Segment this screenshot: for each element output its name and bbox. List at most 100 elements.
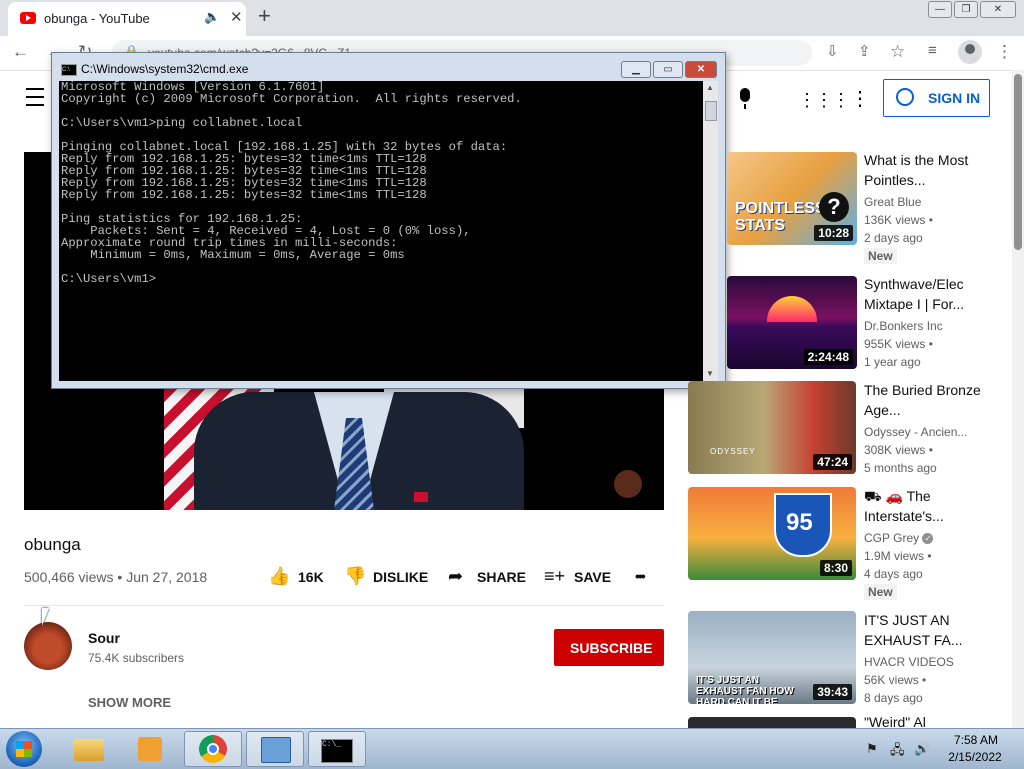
- verified-check-icon: ✓: [922, 533, 934, 545]
- recommended-video-channel[interactable]: Odyssey - Ancien...: [864, 423, 1004, 441]
- recommended-video-title[interactable]: "Weird" Al: [864, 715, 1004, 728]
- taskbar-control-panel-button[interactable]: [246, 731, 304, 767]
- cmd-maximize-button[interactable]: ▭: [653, 61, 683, 78]
- cmd-close-button[interactable]: ✕: [685, 61, 717, 78]
- hamburger-menu-icon[interactable]: [26, 88, 44, 106]
- recommended-video-age: 1 year ago: [864, 355, 921, 369]
- recommended-video-channel[interactable]: HVACR VIDEOS: [864, 653, 1004, 671]
- control-panel-icon: [261, 737, 291, 763]
- cmd-minimize-button[interactable]: ▁: [621, 61, 651, 78]
- thumbs-down-icon[interactable]: 👎: [344, 566, 366, 587]
- browser-menu-icon[interactable]: ⋮: [996, 42, 1013, 62]
- show-more-button[interactable]: SHOW MORE: [88, 695, 171, 710]
- profile-avatar-icon[interactable]: [958, 40, 982, 64]
- account-circle-icon: [896, 88, 914, 106]
- clock-date[interactable]: 2/15/2022: [942, 750, 1008, 764]
- recommended-video-thumbnail[interactable]: IT'S JUST AN EXHAUST FAN HOW HARD CAN IT…: [688, 611, 856, 704]
- recommended-video-details[interactable]: The Buried Bronze Age... Odyssey - Ancie…: [864, 380, 1004, 477]
- action-center-flag-icon[interactable]: ⚑: [866, 741, 878, 757]
- recommended-video-title[interactable]: Synthwave/Elec Mixtape I | For...: [864, 274, 1004, 314]
- recommended-video-age: 2 days ago: [864, 231, 923, 245]
- cmd-scrollbar[interactable]: ▲ ▼: [703, 81, 718, 381]
- taskbar-explorer-button[interactable]: [60, 731, 118, 767]
- recommended-video-title[interactable]: What is the Most Pointles...: [864, 150, 1004, 190]
- microphone-icon[interactable]: [740, 88, 750, 109]
- sign-in-button[interactable]: SIGN IN: [883, 79, 990, 117]
- settings-more-icon[interactable]: ⋮: [850, 86, 870, 111]
- scroll-up-arrow-icon[interactable]: ▲: [706, 83, 714, 92]
- thumbs-up-icon[interactable]: 👍: [268, 566, 290, 587]
- shield-number: 95: [786, 509, 813, 536]
- new-tab-button[interactable]: +: [258, 3, 271, 29]
- tab-audio-icon[interactable]: 🔈: [204, 9, 220, 25]
- cmd-window[interactable]: C:\ C:\Windows\system32\cmd.exe ▁ ▭ ✕ Mi…: [51, 52, 726, 389]
- recommended-video-thumbnail[interactable]: 2:24:48: [727, 276, 857, 369]
- dislike-button[interactable]: DISLIKE: [373, 569, 428, 585]
- cmd-console[interactable]: Microsoft Windows [Version 6.1.7601] Cop…: [59, 81, 703, 381]
- recommended-video-title[interactable]: The Buried Bronze Age...: [864, 380, 1004, 420]
- share-button[interactable]: SHARE: [477, 569, 526, 585]
- recommended-video-details[interactable]: What is the Most Pointles... Great Blue …: [864, 150, 1004, 265]
- cmd-scroll-thumb[interactable]: [705, 101, 717, 121]
- page-scrollbar[interactable]: [1012, 70, 1024, 728]
- windows-taskbar: C:\_ ⚑ 🖧 🔊 7:58 AM 2/15/2022: [0, 728, 1024, 769]
- window-minimize-button[interactable]: —: [928, 1, 952, 18]
- volume-icon[interactable]: 🔊: [914, 741, 930, 757]
- recommended-video-details[interactable]: IT'S JUST AN EXHAUST FA... HVACR VIDEOS …: [864, 610, 1004, 707]
- back-arrow-icon[interactable]: ←: [12, 42, 29, 62]
- video-duration: 47:24: [813, 454, 852, 470]
- video-duration: 8:30: [819, 560, 852, 576]
- recommended-video-title[interactable]: IT'S JUST AN EXHAUST FA...: [864, 610, 1004, 650]
- network-icon[interactable]: 🖧: [890, 741, 905, 763]
- window-close-button[interactable]: ✕: [980, 1, 1016, 18]
- channel-name[interactable]: Sour: [88, 630, 120, 646]
- recommended-video-thumbnail[interactable]: [688, 717, 856, 728]
- video-duration: 2:24:48: [803, 349, 853, 365]
- recommended-video-views: 56K views •: [864, 673, 927, 687]
- recommended-video-age: 4 days ago: [864, 567, 923, 581]
- recommended-video-age: 8 days ago: [864, 691, 923, 705]
- interstate-shield-icon: 95: [774, 493, 832, 557]
- recommended-video-channel[interactable]: Great Blue: [864, 193, 1004, 211]
- browser-tab[interactable]: obunga - YouTube 🔈 ✕: [8, 2, 246, 36]
- add-to-playlist-icon[interactable]: ≡+: [544, 566, 565, 587]
- recommended-video-channel[interactable]: CGP Grey ✓: [864, 529, 1004, 547]
- recommended-video-thumbnail[interactable]: POINTLESS STATS ? 10:28: [727, 152, 857, 245]
- tab-close-icon[interactable]: ✕: [230, 8, 243, 26]
- window-restore-button[interactable]: ❐: [954, 1, 978, 18]
- apps-grid-icon[interactable]: ⋮⋮⋮: [798, 90, 850, 111]
- recommended-video-details[interactable]: Synthwave/Elec Mixtape I | For... Dr.Bon…: [864, 274, 1004, 371]
- channel-avatar[interactable]: [24, 622, 72, 670]
- recommended-video-thumbnail[interactable]: ODYSSEY 47:24: [688, 381, 856, 474]
- recommended-video-details[interactable]: "Weird" Al: [864, 715, 1004, 728]
- more-actions-icon[interactable]: •••: [635, 568, 646, 584]
- question-mark-icon: ?: [819, 192, 849, 222]
- media-queue-icon[interactable]: ≡: [928, 42, 937, 59]
- channel-watermark-icon[interactable]: [614, 470, 642, 498]
- taskbar-cmd-button[interactable]: C:\_: [308, 731, 366, 767]
- cmd-window-title: C:\Windows\system32\cmd.exe: [81, 62, 249, 76]
- subscribe-button[interactable]: SUBSCRIBE: [554, 629, 664, 666]
- start-button[interactable]: [6, 731, 42, 767]
- clock-time[interactable]: 7:58 AM: [946, 733, 1006, 747]
- like-count[interactable]: 16K: [298, 569, 324, 585]
- recommended-video-channel[interactable]: Dr.Bonkers Inc: [864, 317, 1004, 335]
- share-arrow-icon[interactable]: ➦: [448, 566, 463, 587]
- channel-label: CGP Grey: [864, 531, 920, 545]
- bookmark-star-icon[interactable]: ☆: [890, 42, 905, 62]
- install-icon[interactable]: ⇩: [826, 42, 839, 60]
- divider: [24, 605, 664, 606]
- page-scroll-thumb[interactable]: [1014, 74, 1022, 250]
- chrome-icon-center: [207, 743, 219, 755]
- video-duration: 39:43: [813, 684, 852, 700]
- recommended-video-details[interactable]: ⛟ 🚗 The Interstate's... CGP Grey ✓ 1.9M …: [864, 486, 1004, 601]
- browser-tab-strip: obunga - YouTube 🔈 ✕ + — ❐ ✕: [0, 0, 1024, 36]
- scroll-down-arrow-icon[interactable]: ▼: [706, 369, 714, 378]
- recommended-video-thumbnail[interactable]: 95 8:30: [688, 487, 856, 580]
- taskbar-chrome-button[interactable]: [184, 731, 242, 767]
- save-button[interactable]: SAVE: [574, 569, 611, 585]
- share-icon[interactable]: ⇪: [858, 42, 871, 60]
- thumbnail-text: IT'S JUST AN EXHAUST FAN HOW HARD CAN IT…: [696, 675, 794, 704]
- taskbar-media-player-button[interactable]: [122, 731, 180, 767]
- recommended-video-title[interactable]: ⛟ 🚗 The Interstate's...: [864, 486, 1004, 526]
